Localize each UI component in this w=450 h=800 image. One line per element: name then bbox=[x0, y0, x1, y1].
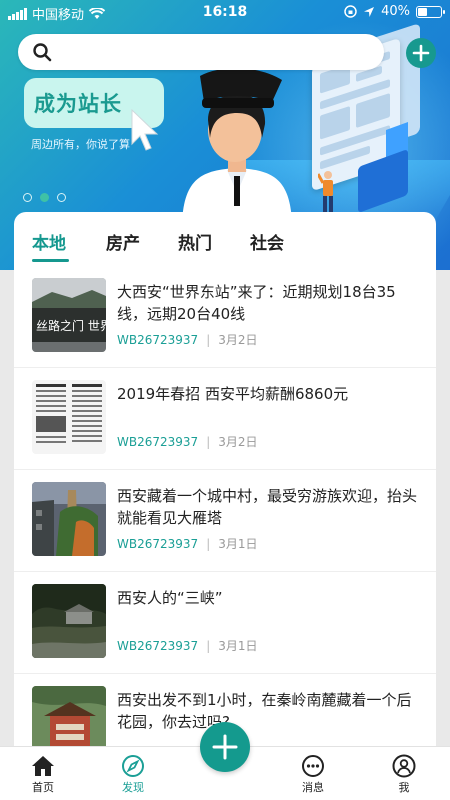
mountain-house-photo bbox=[32, 584, 106, 658]
list-item[interactable]: 西安人的“三峡” WB26723937 | 3月1日 bbox=[14, 572, 436, 674]
status-bar: 中国移动 16:18 40% bbox=[0, 0, 450, 26]
article-meta: WB26723937 | 3月1日 bbox=[117, 637, 258, 654]
article-title[interactable]: 西安出发不到1小时，在秦岭南麓藏着一个后花园，你去过吗? bbox=[117, 689, 422, 733]
list-item[interactable]: 西安藏着一个城中村，最受穷游族欢迎，抬头就能看见大雁塔 WB26723937 |… bbox=[14, 470, 436, 572]
article-title[interactable]: 大西安“世界东站”来了：近期规划18台35线，远期20台40线 bbox=[117, 281, 422, 325]
tab-local[interactable]: 本地 bbox=[32, 229, 66, 254]
carousel-indicator bbox=[23, 193, 66, 202]
content-card: 本地 房产 热门 社会 丝路之门 世界 大西安“世界东站”来了：近期规划18台3… bbox=[14, 212, 436, 747]
meta-separator: | bbox=[206, 332, 211, 347]
article-meta: WB26723937 | 3月1日 bbox=[117, 535, 258, 552]
article-title[interactable]: 西安藏着一个城中村，最受穷游族欢迎，抬头就能看见大雁塔 bbox=[117, 485, 422, 529]
nav-discover[interactable]: 发现 bbox=[108, 753, 158, 795]
battery-icon bbox=[416, 5, 445, 18]
worker-figure-icon bbox=[318, 171, 333, 214]
category-tabs: 本地 房产 热门 社会 bbox=[14, 212, 436, 266]
nav-publish-button[interactable] bbox=[200, 722, 250, 772]
tab-hot[interactable]: 热门 bbox=[178, 229, 212, 254]
article-title[interactable]: 2019年春招 西安平均薪酬6860元 bbox=[117, 383, 422, 405]
compass-icon bbox=[122, 755, 144, 777]
home-icon bbox=[32, 756, 54, 776]
person-illustration-icon bbox=[182, 68, 292, 223]
nav-discover-label: 发现 bbox=[122, 781, 144, 794]
meta-separator: | bbox=[206, 536, 211, 551]
nav-home-label: 首页 bbox=[32, 781, 54, 794]
temple-garden-photo bbox=[32, 686, 106, 747]
meta-separator: | bbox=[206, 434, 211, 449]
article-date: 3月2日 bbox=[218, 333, 258, 347]
list-item[interactable]: 丝路之门 世界 大西安“世界东站”来了：近期规划18台35线，远期20台40线 … bbox=[14, 266, 436, 368]
tab-real-estate[interactable]: 房产 bbox=[106, 229, 140, 254]
carousel-dot-active[interactable] bbox=[40, 193, 49, 202]
nav-messages[interactable]: 消息 bbox=[288, 753, 338, 795]
article-meta: WB26723937 | 3月2日 bbox=[117, 433, 258, 450]
search-input[interactable] bbox=[60, 44, 360, 60]
article-source[interactable]: WB26723937 bbox=[117, 537, 198, 551]
profile-icon bbox=[392, 754, 416, 778]
promo-subtitle: 周边所有，你说了算 bbox=[31, 138, 130, 151]
nav-messages-label: 消息 bbox=[302, 781, 324, 794]
article-meta: WB26723937 | 3月2日 bbox=[117, 331, 258, 348]
search-icon bbox=[33, 43, 52, 62]
article-title[interactable]: 西安人的“三峡” bbox=[117, 587, 422, 609]
article-source[interactable]: WB26723937 bbox=[117, 435, 198, 449]
article-date: 3月1日 bbox=[218, 537, 258, 551]
nav-home[interactable]: 首页 bbox=[18, 753, 68, 795]
message-icon bbox=[302, 755, 324, 777]
article-date: 3月2日 bbox=[218, 435, 258, 449]
silk-road-gate-photo: 丝路之门 世界 bbox=[32, 278, 106, 352]
carousel-dot[interactable] bbox=[23, 193, 32, 202]
newspaper-photo bbox=[32, 380, 106, 454]
battery-percent: 40% bbox=[381, 4, 410, 19]
meta-separator: | bbox=[206, 638, 211, 653]
cursor-icon bbox=[131, 108, 159, 151]
nav-profile[interactable]: 我 bbox=[379, 753, 429, 795]
lock-rotation-icon bbox=[344, 5, 357, 18]
search-bar[interactable] bbox=[18, 34, 384, 70]
add-button[interactable] bbox=[406, 38, 436, 68]
article-source[interactable]: WB26723937 bbox=[117, 639, 198, 653]
article-date: 3月1日 bbox=[218, 639, 258, 653]
nav-profile-label: 我 bbox=[398, 781, 410, 794]
article-source[interactable]: WB26723937 bbox=[117, 333, 198, 347]
plus-icon bbox=[212, 734, 238, 760]
svg-text:丝路之门 世界: 丝路之门 世界 bbox=[36, 318, 106, 333]
location-arrow-icon bbox=[364, 6, 375, 17]
village-pagoda-photo bbox=[32, 482, 106, 556]
tab-active-indicator bbox=[32, 259, 69, 262]
list-item[interactable]: 2019年春招 西安平均薪酬6860元 WB26723937 | 3月2日 bbox=[14, 368, 436, 470]
plus-icon bbox=[412, 44, 430, 62]
carousel-dot[interactable] bbox=[57, 193, 66, 202]
tab-society[interactable]: 社会 bbox=[250, 229, 284, 254]
status-right: 40% bbox=[344, 4, 445, 19]
